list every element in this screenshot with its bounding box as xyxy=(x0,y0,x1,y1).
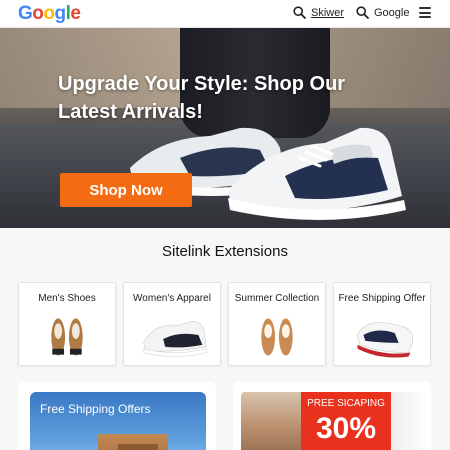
sitelink-free-shipping-offer[interactable]: Free Shipping Offer xyxy=(333,282,431,366)
promo-free-shipping[interactable]: Free Shipping Offers xyxy=(18,382,216,450)
logo-letter: g xyxy=(54,3,67,24)
section-title: Sitelink Extensions xyxy=(162,243,288,260)
search-link-google[interactable]: Google xyxy=(356,6,409,19)
sitelink-label: Men's Shoes xyxy=(38,293,96,304)
skiwer-link-label: Skiwer xyxy=(311,6,345,19)
hero-banner: Upgrade Your Style: Shop Our Latest Arri… xyxy=(0,28,450,228)
shoe-icon xyxy=(357,322,413,358)
sitelink-womens-apparel[interactable]: Women's Apparel xyxy=(123,282,221,366)
search-icon xyxy=(293,6,306,19)
discount-badge: PREE SICAPING 30% xyxy=(301,392,391,450)
discount-badge-label: PREE SICAPING xyxy=(307,398,385,409)
discount-badge-value: 30% xyxy=(315,412,377,445)
menu-icon[interactable] xyxy=(419,7,431,18)
logo-letter: G xyxy=(18,3,33,24)
promo-title: Free Shipping Offers xyxy=(40,402,151,416)
sitelink-summer-collection[interactable]: Summer Collection xyxy=(228,282,326,366)
promo-discount[interactable]: PREE SICAPING 30% xyxy=(233,382,431,450)
hero-headline: Upgrade Your Style: Shop Our Latest Arri… xyxy=(58,73,346,123)
shop-now-button[interactable]: Shop Now xyxy=(60,173,192,207)
page: Google Skiwer Google Upgrade Your Style:… xyxy=(0,0,450,450)
sitelink-mens-shoes[interactable]: Men's Shoes xyxy=(18,282,116,366)
sitelink-label: Summer Collection xyxy=(234,293,320,304)
google-link-label: Google xyxy=(374,6,410,19)
top-bar: Google Skiwer Google xyxy=(0,0,450,28)
shoe-icon xyxy=(143,321,207,357)
sitelink-label: Free Shipping Offer xyxy=(338,293,426,304)
sitelink-label: Women's Apparel xyxy=(133,293,211,304)
search-link-skiwer[interactable]: Skiwer xyxy=(293,6,344,19)
promo-photo xyxy=(241,392,303,450)
logo-letter: o xyxy=(32,3,44,24)
shoe-icon xyxy=(51,318,83,356)
package-image xyxy=(118,444,158,450)
promo-image: Free Shipping Offers xyxy=(30,392,206,450)
logo-letter: o xyxy=(43,3,55,24)
google-logo[interactable]: Google xyxy=(18,3,81,25)
shoe-icon xyxy=(261,318,293,356)
promo-fade xyxy=(391,392,431,450)
search-icon xyxy=(356,6,369,19)
logo-letter: e xyxy=(70,3,81,24)
